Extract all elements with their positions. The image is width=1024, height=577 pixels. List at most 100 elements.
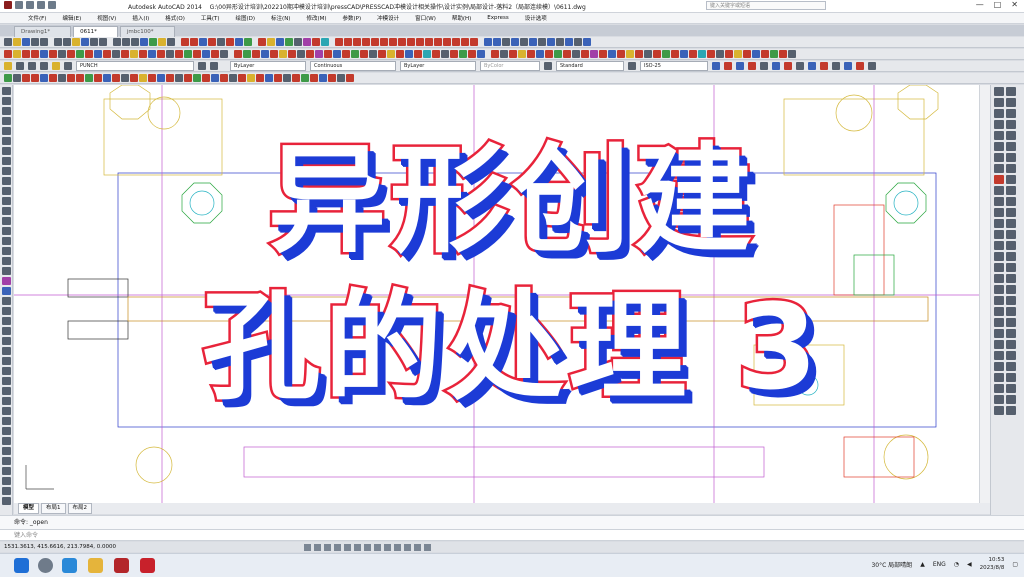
toolbar-icon[interactable] [468, 50, 476, 58]
toolbar-icon[interactable] [484, 38, 492, 46]
otrack-icon[interactable] [353, 543, 361, 551]
toolbar-icon[interactable] [342, 50, 350, 58]
menu-tools[interactable]: 工具(T) [201, 14, 220, 22]
weather-widget[interactable]: 30°C 局部晴朗 [871, 560, 912, 569]
toolbar-icon[interactable] [49, 74, 57, 82]
notification-icon[interactable]: ▢ [1012, 561, 1018, 568]
menu-insert[interactable]: 插入(I) [132, 14, 149, 22]
toolbar-icon[interactable] [285, 38, 293, 46]
toolbar-icon[interactable] [574, 38, 582, 46]
ortho-icon[interactable] [323, 543, 331, 551]
toolbar-icon[interactable] [518, 50, 526, 58]
command-input[interactable]: 键入命令 [0, 529, 1024, 541]
toolbar-icon[interactable] [779, 50, 787, 58]
toolbar-icon[interactable] [292, 74, 300, 82]
toolbar-icon[interactable] [139, 74, 147, 82]
toolbar-icon[interactable] [258, 38, 266, 46]
toolbar-icon[interactable] [351, 50, 359, 58]
toolbar-icon[interactable] [4, 74, 12, 82]
toolbar-icon[interactable] [788, 50, 796, 58]
pan-icon[interactable] [113, 38, 121, 46]
toolbar-icon[interactable] [312, 38, 320, 46]
toolbar-icon[interactable] [509, 50, 517, 58]
toolbar-icon[interactable] [470, 38, 478, 46]
toolbar-icon[interactable] [319, 74, 327, 82]
menu-view[interactable]: 视图(V) [97, 14, 116, 22]
save-icon[interactable] [37, 1, 45, 9]
layer-freeze-icon[interactable] [52, 62, 60, 70]
toolbar-icon[interactable] [396, 50, 404, 58]
toolbar-icon[interactable] [547, 38, 555, 46]
close-button[interactable]: ✕ [1011, 0, 1018, 9]
toolbar-icon[interactable] [1, 487, 11, 495]
toolbar-icon[interactable] [868, 62, 876, 70]
toolbar-icon[interactable] [545, 50, 553, 58]
move-icon[interactable] [1006, 109, 1016, 118]
toolbar-icon[interactable] [387, 50, 395, 58]
toolbar-icon[interactable] [689, 50, 697, 58]
menu-modify[interactable]: 修改(M) [306, 14, 326, 22]
toolbar-icon[interactable] [572, 50, 580, 58]
toolbar-icon[interactable] [734, 50, 742, 58]
toolbar-icon[interactable] [193, 50, 201, 58]
menu-format[interactable]: 格式(O) [165, 14, 185, 22]
doc-tab-drawing1[interactable]: Drawing1* [14, 26, 72, 37]
toolbar-icon[interactable] [193, 74, 201, 82]
toolbar-icon[interactable] [407, 38, 415, 46]
toolbar-icon[interactable] [283, 74, 291, 82]
toolbar-icon[interactable] [22, 50, 30, 58]
toolbar-icon[interactable] [680, 50, 688, 58]
menu-help[interactable]: 帮助(H) [452, 14, 471, 22]
toolbar-icon[interactable] [31, 74, 39, 82]
toolbar-icon[interactable] [40, 74, 48, 82]
toolbar-icon[interactable] [333, 50, 341, 58]
toolbar-icon[interactable] [103, 50, 111, 58]
toolbar-icon[interactable] [844, 62, 852, 70]
autocad-icon[interactable] [140, 558, 155, 573]
toolbar-icon[interactable] [360, 50, 368, 58]
edge-browser-icon[interactable] [62, 558, 77, 573]
toolbar-icon[interactable] [748, 62, 756, 70]
toolbar-icon[interactable] [301, 74, 309, 82]
volume-icon[interactable]: ◀ [967, 561, 972, 568]
toolbar-icon[interactable] [121, 50, 129, 58]
toolbar-icon[interactable] [736, 62, 744, 70]
toolbar-icon[interactable] [491, 50, 499, 58]
toolbar-icon[interactable] [1, 447, 11, 455]
polar-icon[interactable] [333, 543, 341, 551]
toolbar-icon[interactable] [321, 38, 329, 46]
toolbar-icon[interactable] [414, 50, 422, 58]
toolbar-icon[interactable] [832, 62, 840, 70]
layer-lock-icon[interactable] [64, 62, 72, 70]
color-dropdown[interactable]: ByLayer [230, 61, 306, 71]
toolbar-icon[interactable] [434, 38, 442, 46]
toolbar-icon[interactable] [328, 74, 336, 82]
print-icon[interactable] [31, 38, 39, 46]
text-style-dropdown[interactable]: Standard [556, 61, 624, 71]
toolbar-icon[interactable] [1, 467, 11, 475]
calculator-icon[interactable] [167, 38, 175, 46]
redo-icon[interactable] [99, 38, 107, 46]
grid-icon[interactable] [313, 543, 321, 551]
toolbar-icon[interactable] [527, 50, 535, 58]
dim-style-icon[interactable] [628, 62, 636, 70]
toolbar-icon[interactable] [644, 50, 652, 58]
toolbar-icon[interactable] [130, 74, 138, 82]
toolbar-icon[interactable] [276, 38, 284, 46]
make-current-layer-icon[interactable] [198, 62, 206, 70]
toolbar-icon[interactable] [856, 62, 864, 70]
dim-style-dropdown[interactable]: ISO-25 [640, 61, 708, 71]
toolbar-icon[interactable] [13, 74, 21, 82]
toolbar-icon[interactable] [712, 62, 720, 70]
layer-state-icon[interactable] [16, 62, 24, 70]
copy-object-icon[interactable] [1006, 87, 1016, 96]
cut-icon[interactable] [54, 38, 62, 46]
toolbar-icon[interactable] [635, 50, 643, 58]
tool-palettes-icon[interactable] [158, 38, 166, 46]
toolbar-icon[interactable] [190, 38, 198, 46]
toolbar-icon[interactable] [297, 50, 305, 58]
tpy-icon[interactable] [393, 543, 401, 551]
toolbar-icon[interactable] [707, 50, 715, 58]
toolbar-icon[interactable] [324, 50, 332, 58]
toolbar-icon[interactable] [398, 38, 406, 46]
